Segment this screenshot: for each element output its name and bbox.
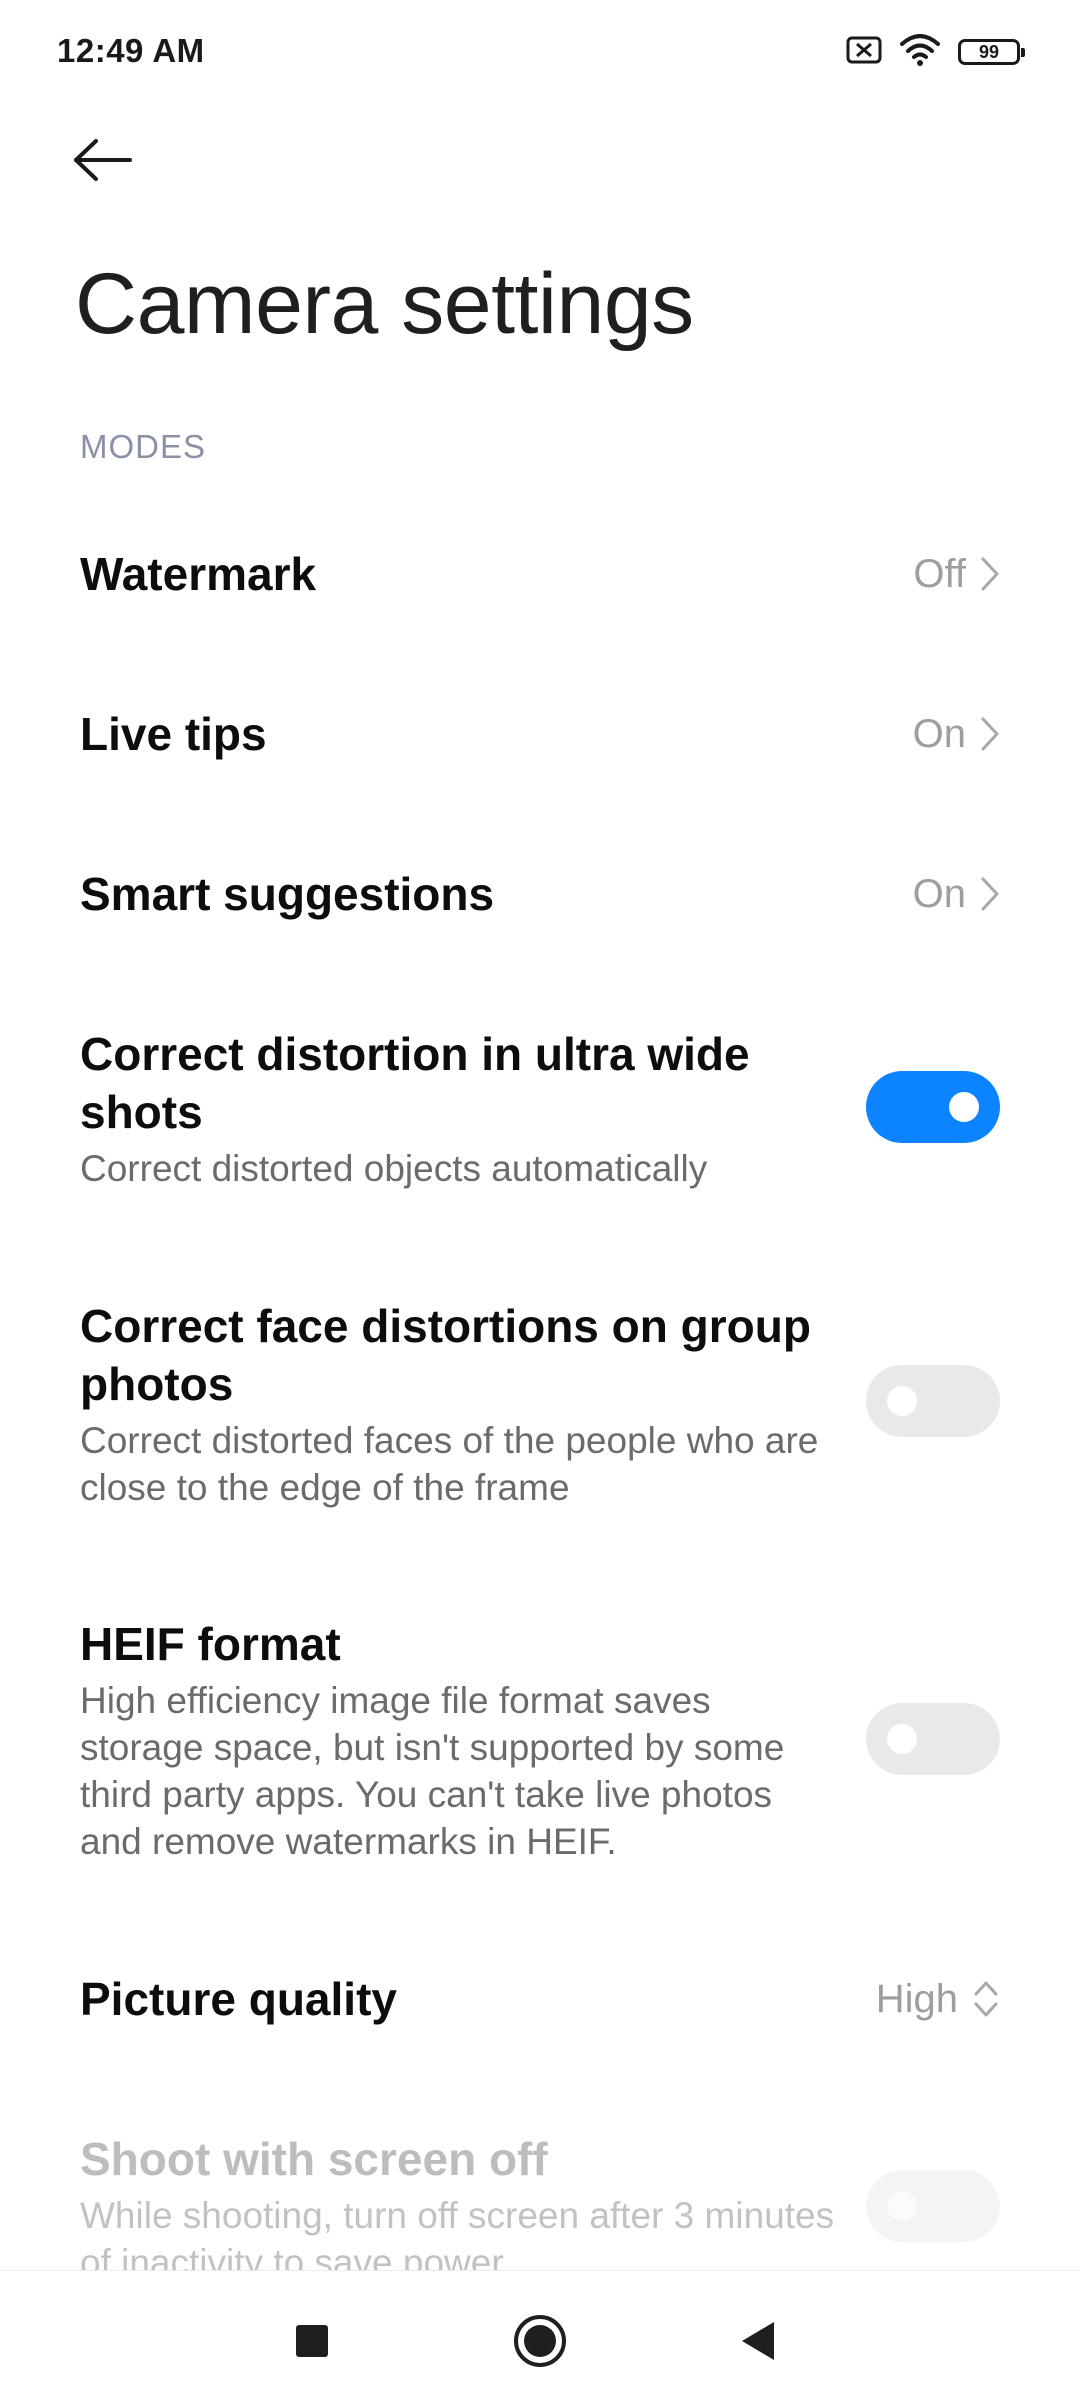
- setting-value: On: [913, 705, 1000, 763]
- setting-text: Shoot with screen off While shooting, tu…: [80, 2130, 840, 2270]
- setting-text: Correct distortion in ultra wide shots C…: [80, 1025, 820, 1192]
- heif-toggle[interactable]: [866, 1703, 1000, 1775]
- face-distortion-toggle[interactable]: [866, 1365, 1000, 1437]
- setting-subtitle: While shooting, turn off screen after 3 …: [80, 2195, 835, 2270]
- back-arrow-icon: [74, 139, 132, 181]
- setting-title: HEIF format: [80, 1618, 341, 1670]
- setting-watermark[interactable]: Watermark Off: [80, 545, 1000, 603]
- toggle-knob: [887, 1386, 917, 1416]
- setting-correct-ultra-wide[interactable]: Correct distortion in ultra wide shots C…: [80, 1025, 1000, 1192]
- chevron-right-icon: [981, 877, 999, 911]
- navigation-bar: [0, 2270, 1080, 2401]
- setting-text: HEIF format High efficiency image file f…: [80, 1615, 840, 1865]
- setting-live-tips[interactable]: Live tips On: [80, 705, 1000, 763]
- setting-title: Watermark: [80, 548, 317, 600]
- setting-subtitle: High efficiency image file format saves …: [80, 1680, 785, 1862]
- setting-title: Correct face distortions on group photos: [80, 1300, 811, 1410]
- recents-button[interactable]: [277, 2306, 347, 2376]
- toggle-knob: [887, 1724, 917, 1754]
- back-button[interactable]: [72, 125, 162, 195]
- ultra-wide-toggle[interactable]: [866, 1071, 1000, 1143]
- settings-scroll-area[interactable]: Camera settings MODES Watermark Off Live…: [0, 0, 1080, 2270]
- section-header-modes: MODES: [80, 428, 207, 465]
- chevron-up-down-icon: [974, 1981, 998, 2017]
- setting-title: Shoot with screen off: [80, 2133, 548, 2185]
- setting-title: Smart suggestions: [80, 868, 495, 920]
- setting-title: Correct distortion in ultra wide shots: [80, 1028, 750, 1138]
- setting-title: Picture quality: [80, 1973, 397, 2025]
- setting-heif[interactable]: HEIF format High efficiency image file f…: [80, 1615, 1000, 1865]
- nav-back-button[interactable]: [723, 2306, 793, 2376]
- chevron-right-icon: [981, 557, 999, 591]
- setting-screen-off: Shoot with screen off While shooting, tu…: [80, 2130, 1000, 2270]
- home-circle-icon: [514, 2315, 566, 2367]
- setting-value: Off: [913, 545, 1000, 603]
- screen-off-toggle: [866, 2170, 1000, 2242]
- setting-text: Correct face distortions on group photos…: [80, 1297, 840, 1511]
- page-title: Camera settings: [75, 256, 694, 352]
- setting-title: Live tips: [80, 708, 267, 760]
- toggle-knob: [949, 1092, 979, 1122]
- setting-subtitle: Correct distorted faces of the people wh…: [80, 1420, 819, 1508]
- recents-square-icon: [296, 2325, 328, 2357]
- chevron-right-icon: [981, 717, 999, 751]
- home-button[interactable]: [505, 2306, 575, 2376]
- back-triangle-icon: [742, 2322, 774, 2360]
- setting-subtitle: Correct distorted objects automatically: [80, 1148, 708, 1189]
- setting-smart-suggestions[interactable]: Smart suggestions On: [80, 865, 1000, 923]
- setting-value: On: [913, 865, 1000, 923]
- setting-correct-face[interactable]: Correct face distortions on group photos…: [80, 1297, 1000, 1511]
- setting-value: High: [876, 1970, 1000, 2028]
- setting-picture-quality[interactable]: Picture quality High: [80, 1970, 1000, 2028]
- toggle-knob: [887, 2191, 917, 2221]
